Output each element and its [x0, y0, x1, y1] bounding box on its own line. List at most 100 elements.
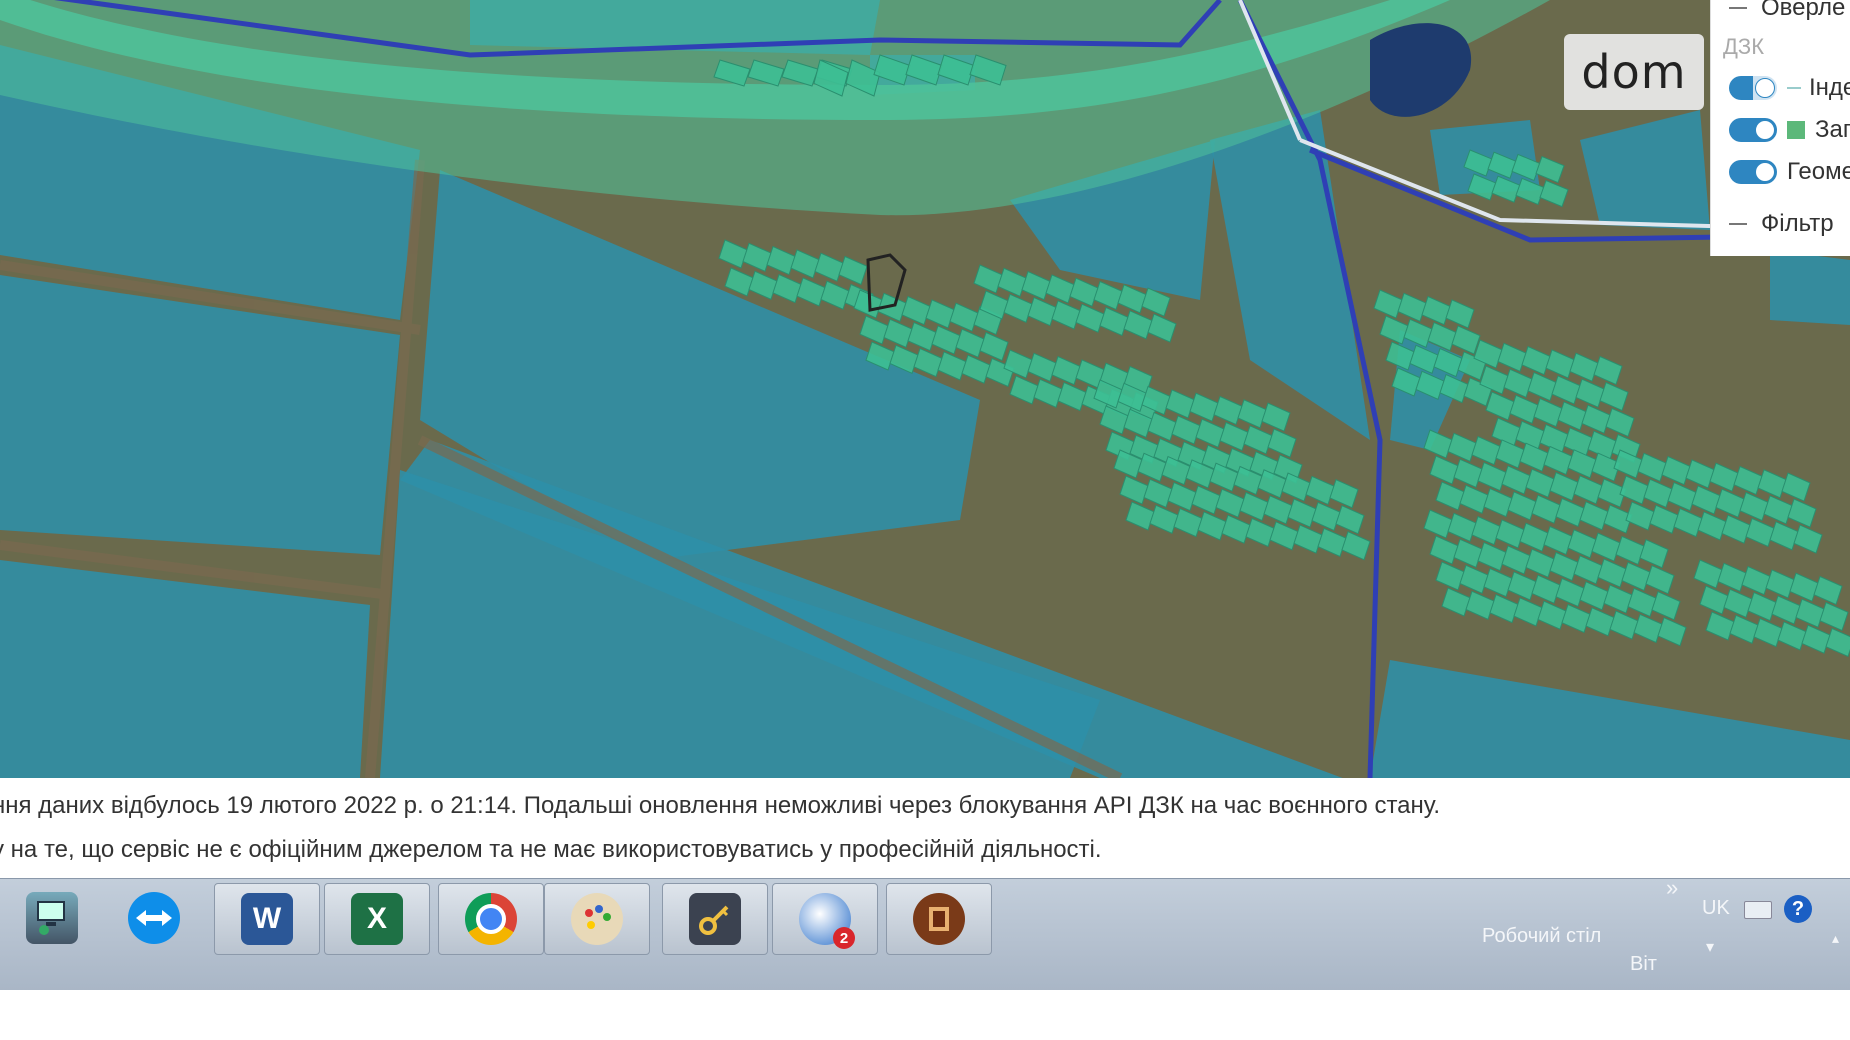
green-parcel[interactable] [1267, 428, 1297, 458]
green-parcel[interactable] [1599, 381, 1629, 412]
green-parcel[interactable] [1471, 515, 1501, 546]
help-icon[interactable]: ? [1784, 895, 1812, 923]
taskbar-network-app[interactable] [0, 883, 104, 953]
green-parcel[interactable] [1801, 624, 1831, 654]
green-parcel[interactable] [1795, 598, 1825, 628]
green-parcel[interactable] [1533, 397, 1563, 428]
green-parcel[interactable] [1495, 519, 1525, 549]
green-parcel[interactable] [1051, 300, 1081, 330]
green-parcel[interactable] [1537, 600, 1567, 630]
green-parcel[interactable] [718, 239, 748, 269]
green-parcel[interactable] [1747, 591, 1777, 622]
green-parcel[interactable] [1423, 429, 1453, 459]
green-parcel[interactable] [1649, 504, 1679, 534]
green-parcel[interactable] [1519, 442, 1549, 472]
green-parcel[interactable] [1501, 545, 1531, 575]
green-parcel[interactable] [1765, 569, 1795, 599]
green-parcel[interactable] [1173, 507, 1203, 538]
green-parcel[interactable] [1341, 531, 1371, 561]
green-parcel[interactable] [1213, 395, 1243, 426]
green-parcel[interactable] [1245, 517, 1275, 548]
green-parcel[interactable] [1519, 522, 1549, 552]
green-parcel[interactable] [973, 264, 1003, 294]
green-parcel[interactable] [1435, 481, 1465, 511]
green-parcel[interactable] [1685, 459, 1715, 489]
green-parcel[interactable] [1569, 352, 1599, 382]
layer-toggle[interactable] [1729, 118, 1777, 142]
green-parcel[interactable] [1535, 155, 1565, 184]
green-parcel[interactable] [1637, 452, 1667, 482]
green-parcel[interactable] [1495, 439, 1525, 469]
taskbar-paint[interactable] [544, 883, 650, 955]
green-parcel[interactable] [883, 318, 913, 348]
green-parcel[interactable] [1579, 501, 1609, 531]
green-parcel[interactable] [1619, 475, 1649, 505]
green-parcel[interactable] [1197, 511, 1227, 541]
green-parcel[interactable] [1825, 627, 1850, 658]
taskbar-archive-app[interactable] [886, 883, 992, 955]
green-parcel[interactable] [1633, 613, 1663, 644]
green-parcel[interactable] [1305, 475, 1335, 506]
green-parcel[interactable] [1221, 514, 1251, 544]
green-parcel[interactable] [1171, 415, 1201, 445]
green-parcel[interactable] [1021, 270, 1051, 301]
green-parcel[interactable] [1397, 292, 1427, 322]
green-parcel[interactable] [1003, 293, 1033, 323]
green-parcel[interactable] [1261, 402, 1291, 432]
green-parcel[interactable] [1645, 565, 1675, 595]
green-parcel[interactable] [1075, 303, 1105, 333]
green-parcel[interactable] [1567, 449, 1597, 479]
green-parcel[interactable] [1531, 574, 1561, 604]
green-parcel[interactable] [1657, 617, 1687, 647]
green-parcel[interactable] [1195, 418, 1225, 448]
green-parcel[interactable] [1697, 511, 1727, 541]
green-parcel[interactable] [1215, 488, 1245, 518]
green-parcel[interactable] [1615, 535, 1645, 566]
green-parcel[interactable] [1555, 577, 1585, 608]
green-parcel[interactable] [931, 325, 961, 355]
green-parcel[interactable] [1317, 527, 1347, 558]
green-parcel[interactable] [955, 328, 985, 358]
green-parcel[interactable] [820, 280, 850, 310]
green-parcel[interactable] [937, 351, 967, 381]
green-parcel[interactable] [1813, 575, 1843, 606]
green-parcel[interactable] [913, 347, 943, 378]
green-parcel[interactable] [859, 315, 889, 345]
green-parcel[interactable] [1539, 179, 1569, 208]
green-parcel[interactable] [925, 299, 955, 329]
green-parcel[interactable] [1189, 392, 1219, 422]
green-parcel[interactable] [1575, 378, 1605, 408]
green-parcel[interactable] [790, 249, 820, 279]
green-parcel[interactable] [1453, 538, 1483, 568]
green-parcel[interactable] [796, 277, 826, 307]
green-parcel[interactable] [1621, 561, 1651, 592]
green-parcel[interactable] [1627, 587, 1657, 618]
green-parcel[interactable] [1483, 567, 1513, 598]
green-parcel[interactable] [1705, 611, 1735, 641]
green-parcel[interactable] [1429, 535, 1459, 565]
green-parcel[interactable] [1027, 296, 1057, 327]
green-parcel[interactable] [949, 302, 979, 332]
layer-item-index[interactable]: Індє [1729, 74, 1850, 102]
green-parcel[interactable] [1501, 465, 1531, 495]
map-canvas[interactable] [0, 0, 1850, 778]
green-parcel[interactable] [724, 267, 754, 297]
green-parcel[interactable] [1543, 445, 1573, 476]
green-parcel[interactable] [1471, 435, 1501, 466]
green-parcel[interactable] [1581, 404, 1611, 434]
green-parcel[interactable] [1639, 539, 1669, 569]
green-parcel[interactable] [1597, 558, 1627, 588]
green-parcel[interactable] [1551, 375, 1581, 405]
green-parcel[interactable] [1429, 455, 1459, 485]
green-parcel[interactable] [1483, 487, 1513, 518]
green-parcel[interactable] [1147, 313, 1177, 343]
green-parcel[interactable] [1507, 571, 1537, 601]
green-parcel[interactable] [1579, 581, 1609, 611]
green-parcel[interactable] [1465, 590, 1495, 620]
green-parcel[interactable] [1117, 284, 1147, 314]
green-parcel[interactable] [1507, 491, 1537, 521]
green-parcel[interactable] [1373, 289, 1403, 319]
green-parcel[interactable] [1543, 525, 1573, 556]
green-parcel[interactable] [1513, 597, 1543, 627]
green-parcel[interactable] [1525, 548, 1555, 578]
